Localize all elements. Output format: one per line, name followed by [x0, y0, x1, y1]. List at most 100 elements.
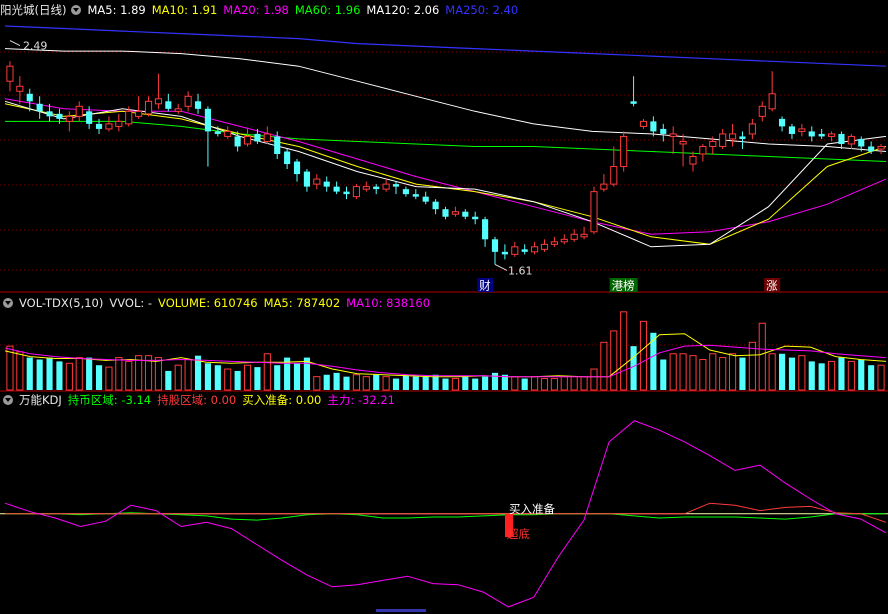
candle-body-down: [778, 118, 786, 127]
volume-bar-down: [660, 359, 667, 390]
candle-body-down: [482, 219, 489, 240]
candle-body-down: [95, 123, 103, 129]
candle-body-down: [442, 209, 449, 217]
candle-body-up: [184, 95, 192, 107]
volume-bar-up: [798, 355, 806, 391]
volume-bar-up: [610, 330, 618, 391]
vol-ma5-legend: MA5: 787402: [263, 296, 341, 310]
volume-bar-up: [105, 366, 113, 391]
candle-body-up: [362, 186, 370, 190]
volume-bar-down: [254, 367, 261, 390]
volume-bar-up: [669, 353, 677, 391]
candle-body-down: [254, 133, 261, 142]
volume-bar-up: [154, 357, 163, 391]
volume-bar-up: [184, 358, 192, 391]
volume-bar-up: [560, 376, 568, 391]
volume-bar-down: [521, 378, 528, 390]
volume-bar-up: [639, 320, 648, 391]
volume-bar-down: [482, 376, 489, 390]
candle-body-up: [174, 108, 182, 112]
volume-bar-up: [263, 353, 271, 391]
candle-body-up: [610, 166, 618, 185]
candle-body-up: [560, 238, 568, 243]
chevron-down-icon[interactable]: [3, 298, 13, 308]
high-marker-arrow: [9, 40, 21, 47]
candle-body-up: [709, 140, 717, 147]
volume-bar-down: [36, 359, 43, 390]
volume-bar-down: [214, 365, 221, 390]
candle-body-up: [798, 128, 806, 132]
volume-bar-down: [630, 346, 637, 390]
volume-bar-down: [739, 357, 746, 390]
scroll-indicator: [376, 609, 426, 612]
volume-bar-up: [580, 376, 588, 391]
volume-bar-down: [46, 357, 53, 390]
volume-bar-down: [778, 353, 786, 390]
candle-body-down: [293, 161, 301, 175]
volume-bar-up: [550, 378, 558, 391]
volume-bar-up: [620, 311, 628, 391]
volume-bar-down: [234, 370, 241, 390]
candle-body-up: [827, 133, 836, 137]
volume-bar-down: [392, 378, 400, 390]
candle-body-down: [214, 131, 221, 134]
candle-body-down: [808, 131, 815, 137]
candle-body-down: [392, 184, 400, 187]
candle-body-up: [570, 233, 578, 240]
ma120-line: [4, 48, 887, 152]
volume-bar-up: [768, 353, 776, 391]
candle-body-down: [739, 136, 746, 139]
candle-body-up: [758, 105, 766, 117]
volume-bar-up: [570, 376, 578, 391]
candle-body-up: [352, 186, 360, 198]
volume-legend: VOLUME: 610746: [158, 296, 258, 310]
volume-bar-down: [323, 374, 330, 390]
volume-bar-up: [382, 376, 390, 391]
candle-body-up: [451, 211, 459, 215]
candle-body-down: [343, 191, 350, 195]
candle-body-down: [521, 249, 528, 252]
candle-body-up: [689, 156, 697, 165]
candle-body-up: [263, 133, 271, 142]
candle-body-down: [402, 189, 409, 195]
candle-body-up: [669, 133, 677, 137]
candle-body-up: [877, 145, 885, 150]
candle-body-down: [501, 251, 508, 255]
kdj-title: 万能KDJ: [19, 393, 62, 407]
candle-body-down: [472, 216, 479, 220]
candle-body-up: [699, 145, 707, 155]
candle-body-down: [274, 136, 281, 154]
ma20-legend: MA20: 1.98: [223, 3, 289, 17]
candle-body-up: [16, 85, 24, 92]
candle-body-up: [768, 93, 776, 110]
event-tag-label: 涨: [766, 279, 778, 293]
volume-bar-down: [26, 357, 33, 390]
candle-body-down: [491, 239, 499, 252]
candle-body-down: [650, 121, 657, 132]
candle-body-up: [679, 140, 687, 145]
volume-bar-up: [719, 357, 727, 391]
price-panel-header: 阳光城(日线) MA5: 1.89 MA10: 1.91 MA20: 1.98 MA60…: [0, 2, 888, 18]
grid-lines: [0, 51, 888, 612]
volume-bar-down: [343, 376, 350, 390]
volume-bar-down: [491, 372, 499, 390]
chevron-down-icon[interactable]: [71, 5, 82, 15]
volume-bar-up: [600, 341, 608, 391]
candle-body-up: [125, 110, 133, 125]
event-tag-label: 财: [479, 279, 491, 293]
chevron-down-icon[interactable]: [3, 395, 13, 405]
candle-body-down: [462, 211, 469, 217]
candle-body-down: [194, 101, 202, 109]
candle-body-up: [531, 246, 539, 253]
buy-prep-annotation: 买入准备: [509, 502, 555, 516]
ma5-legend: MA5: 1.89: [87, 3, 146, 17]
candle-body-up: [135, 110, 143, 117]
candle-body-down: [788, 126, 796, 134]
candle-body-down: [234, 136, 241, 147]
candle-body-down: [26, 93, 33, 102]
volume-bar-up: [451, 378, 459, 391]
volume-bar-up: [75, 357, 83, 391]
candle-body-down: [660, 128, 667, 134]
candle-body-down: [204, 108, 211, 132]
ma60-legend: MA60: 1.96: [294, 3, 361, 17]
